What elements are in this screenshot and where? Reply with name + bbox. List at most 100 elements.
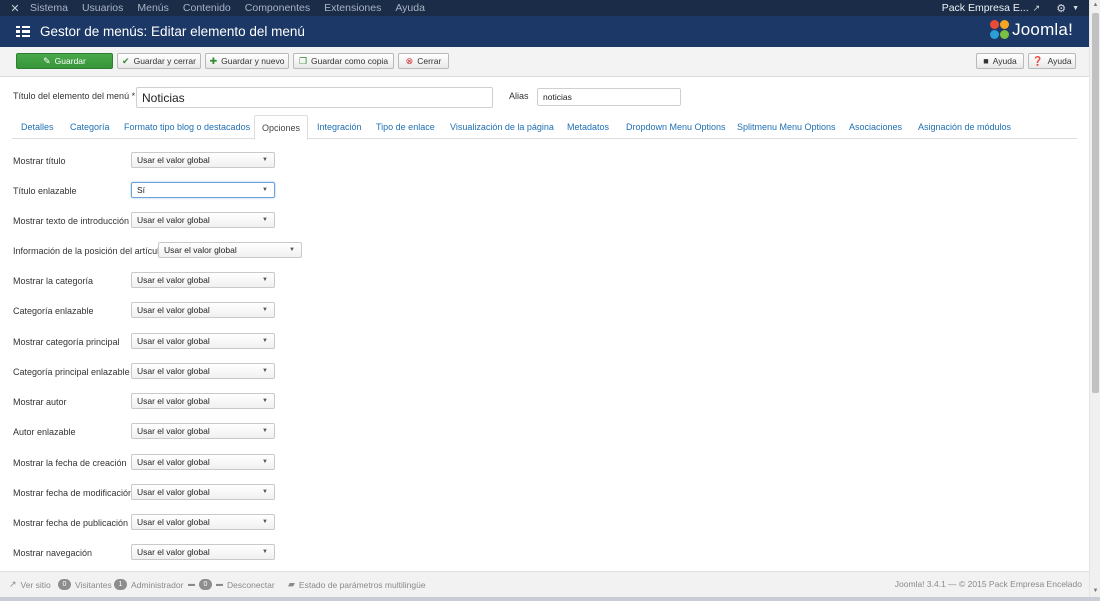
tab-detalles[interactable]: Detalles bbox=[21, 115, 54, 139]
dropdown-arrow-icon: ▼ bbox=[262, 549, 268, 555]
option-select[interactable]: Usar el valor global ▼ bbox=[131, 272, 275, 288]
title-input[interactable]: Noticias bbox=[136, 87, 493, 108]
scroll-down-icon[interactable]: ▼ bbox=[1090, 586, 1100, 597]
option-select-value: Usar el valor global bbox=[137, 155, 210, 165]
copy-icon: ❐ bbox=[298, 55, 308, 66]
option-select[interactable]: Usar el valor global ▼ bbox=[131, 333, 275, 349]
admin-count-badge: 1 bbox=[114, 579, 127, 590]
joomla-wordmark: Joomla! bbox=[1012, 20, 1073, 39]
option-label: Mostrar la fecha de creación bbox=[13, 458, 127, 468]
joomla-logo-icon bbox=[990, 20, 1010, 40]
tab-visualizacion[interactable]: Visualización de la página bbox=[450, 115, 554, 139]
tab-splitmenu-menu-options[interactable]: Splitmenu Menu Options bbox=[737, 115, 836, 139]
alias-input[interactable]: noticias bbox=[537, 88, 681, 106]
option-select-value: Usar el valor global bbox=[137, 457, 210, 467]
menu-sistema[interactable]: Sistema bbox=[30, 0, 68, 16]
dropdown-arrow-icon: ▼ bbox=[262, 398, 268, 404]
alias-input-value: noticias bbox=[543, 92, 572, 102]
option-select-value: Usar el valor global bbox=[137, 396, 210, 406]
dropdown-arrow-icon: ▼ bbox=[262, 187, 268, 193]
option-select-value: Usar el valor global bbox=[137, 305, 210, 315]
minus-icon: ▬ bbox=[216, 581, 223, 588]
scrollbar-thumb[interactable] bbox=[1092, 13, 1099, 393]
menu-menus[interactable]: Menús bbox=[137, 0, 169, 16]
comment-icon: ▰ bbox=[288, 579, 295, 589]
option-select[interactable]: Sí ▼ bbox=[131, 182, 275, 198]
menu-extensiones[interactable]: Extensiones bbox=[324, 0, 381, 16]
menu-usuarios[interactable]: Usuarios bbox=[82, 0, 123, 16]
logout-count-badge: 0 bbox=[199, 579, 212, 590]
admin-status: 1 Administrador bbox=[114, 579, 183, 590]
tab-formato-blog[interactable]: Formato tipo blog o destacados bbox=[124, 115, 250, 139]
option-select[interactable]: Usar el valor global ▼ bbox=[158, 242, 302, 258]
option-select[interactable]: Usar el valor global ▼ bbox=[131, 544, 275, 560]
tab-opciones[interactable]: Opciones bbox=[254, 115, 309, 140]
menu-componentes[interactable]: Componentes bbox=[245, 0, 310, 16]
page-title: Gestor de menús: Editar elemento del men… bbox=[40, 24, 305, 39]
option-select-value: Usar el valor global bbox=[137, 215, 210, 225]
save-close-button[interactable]: ✔ Guardar y cerrar bbox=[117, 53, 201, 69]
option-label: Mostrar navegación bbox=[13, 548, 93, 558]
menu-ayuda[interactable]: Ayuda bbox=[395, 0, 425, 16]
dropdown-arrow-icon: ▼ bbox=[262, 277, 268, 283]
option-label: Título enlazable bbox=[13, 186, 77, 196]
title-field-label: Título del elemento del menú * bbox=[13, 91, 136, 101]
tab-metadatos[interactable]: Metadatos bbox=[567, 115, 609, 139]
option-select[interactable]: Usar el valor global ▼ bbox=[131, 514, 275, 530]
option-label: Mostrar texto de introducción bbox=[13, 216, 130, 226]
view-site-label: Ver sitio bbox=[20, 579, 51, 590]
site-name-link[interactable]: Pack Empresa E... bbox=[942, 2, 1029, 14]
external-link-icon[interactable]: ↗ bbox=[1033, 3, 1041, 14]
option-select[interactable]: Usar el valor global ▼ bbox=[131, 454, 275, 470]
vertical-scrollbar[interactable]: ▲ ▼ bbox=[1089, 0, 1100, 597]
help-label-1: Ayuda bbox=[992, 56, 1017, 66]
dropdown-arrow-icon: ▼ bbox=[262, 217, 268, 223]
option-label: Categoría principal enlazable bbox=[13, 367, 130, 377]
visitors-count-badge: 0 bbox=[58, 579, 71, 590]
option-select[interactable]: Usar el valor global ▼ bbox=[131, 302, 275, 318]
save-copy-button[interactable]: ❐ Guardar como copia bbox=[293, 53, 394, 69]
video-icon: ■ bbox=[983, 56, 989, 66]
option-select-value: Usar el valor global bbox=[137, 366, 210, 376]
option-label: Mostrar la categoría bbox=[13, 276, 94, 286]
check-icon: ✔ bbox=[122, 55, 130, 66]
joomla-icon[interactable]: ✕ bbox=[0, 0, 30, 16]
menu-contenido[interactable]: Contenido bbox=[183, 0, 231, 16]
option-label: Autor enlazable bbox=[13, 427, 76, 437]
option-select-value: Usar el valor global bbox=[137, 487, 210, 497]
chevron-down-icon[interactable]: ▼ bbox=[1072, 5, 1079, 12]
edit-icon: ✎ bbox=[43, 55, 51, 66]
option-select-value: Usar el valor global bbox=[137, 547, 210, 557]
scroll-up-icon[interactable]: ▲ bbox=[1090, 0, 1100, 11]
save-button[interactable]: ✎ Guardar bbox=[16, 53, 113, 69]
gear-icon[interactable]: ⚙ bbox=[1056, 2, 1066, 15]
option-select[interactable]: Usar el valor global ▼ bbox=[131, 484, 275, 500]
title-input-value: Noticias bbox=[142, 90, 185, 105]
option-select[interactable]: Usar el valor global ▼ bbox=[131, 393, 275, 409]
tab-categoria[interactable]: Categoría bbox=[70, 115, 110, 139]
question-icon: ❓ bbox=[1032, 55, 1044, 66]
multilang-status[interactable]: ▰ Estado de parámetros multilingüe bbox=[288, 579, 426, 590]
tab-dropdown-menu-options[interactable]: Dropdown Menu Options bbox=[626, 115, 726, 139]
save-copy-label: Guardar como copia bbox=[311, 56, 389, 66]
tab-asociaciones[interactable]: Asociaciones bbox=[849, 115, 902, 139]
tab-tipo-enlace[interactable]: Tipo de enlace bbox=[376, 115, 435, 139]
help-button-2[interactable]: ❓ Ayuda bbox=[1028, 53, 1076, 69]
help-button-1[interactable]: ■ Ayuda bbox=[976, 53, 1024, 69]
view-site-link[interactable]: ↗ Ver sitio bbox=[9, 579, 51, 590]
option-select[interactable]: Usar el valor global ▼ bbox=[131, 212, 275, 228]
option-select[interactable]: Usar el valor global ▼ bbox=[131, 152, 275, 168]
option-select[interactable]: Usar el valor global ▼ bbox=[131, 363, 275, 379]
tab-asignacion-modulos[interactable]: Asignación de módulos bbox=[918, 115, 1011, 139]
save-new-button[interactable]: ✚ Guardar y nuevo bbox=[205, 53, 289, 69]
tab-bar: Detalles Categoría Formato tipo blog o d… bbox=[12, 115, 1077, 140]
alias-field-label: Alias bbox=[509, 91, 529, 101]
close-button[interactable]: ⊗ Cerrar bbox=[398, 53, 449, 69]
option-select[interactable]: Usar el valor global ▼ bbox=[131, 423, 275, 439]
tab-integracion[interactable]: Integración bbox=[317, 115, 362, 139]
visitors-status: 0 Visitantes bbox=[58, 579, 112, 590]
toolbar: ✎ Guardar ✔ Guardar y cerrar ✚ Guardar y… bbox=[0, 47, 1089, 77]
logout-status[interactable]: ▬ 0 ▬ Desconectar bbox=[188, 579, 275, 590]
save-button-label: Guardar bbox=[54, 56, 86, 66]
admin-menu-bar: ✕ Sistema Usuarios Menús Contenido Compo… bbox=[0, 0, 1089, 16]
